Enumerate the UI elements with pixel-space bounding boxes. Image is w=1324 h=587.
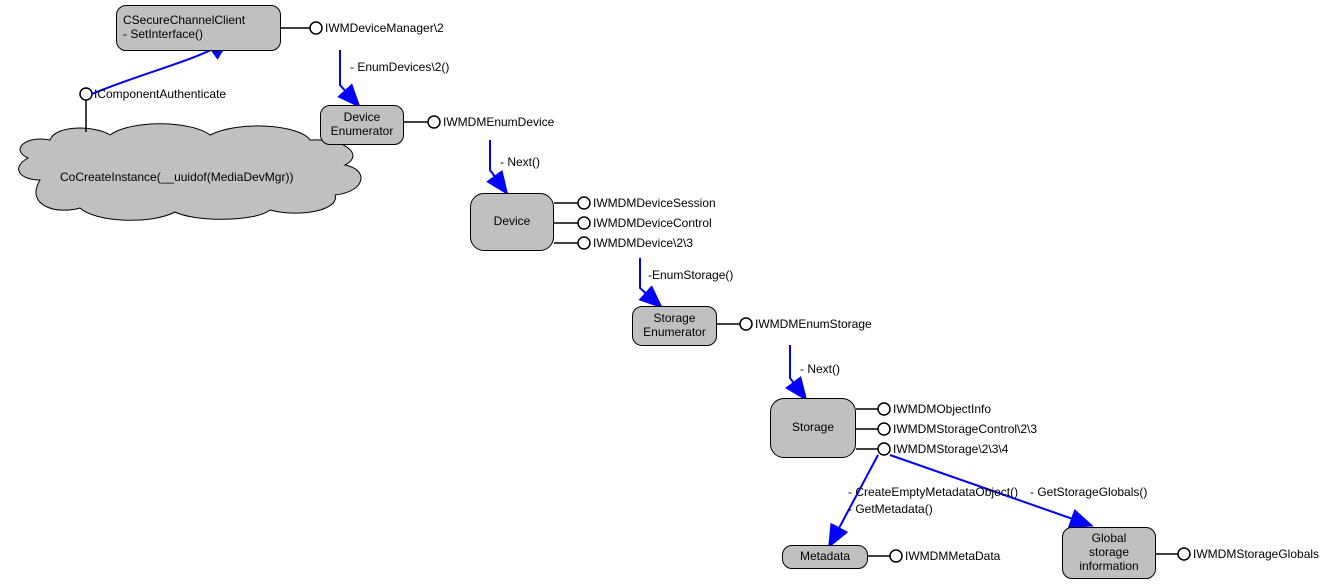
arrow-enumstorage <box>640 258 660 306</box>
edge-label-getmetadata: - GetMetadata() <box>848 502 933 516</box>
node-label: Storage <box>653 312 695 326</box>
iface-label-iwmdevicemanager: IWMDeviceManager\2 <box>325 21 444 35</box>
lollipop-iwmdmenumstorage <box>717 318 752 330</box>
iface-label-iwmdmdevicecontrol: IWMDMDeviceControl <box>593 216 712 230</box>
iface-label-iwmdmdevice: IWMDMDevice\2\3 <box>593 236 693 250</box>
lollipop-iwmdmstorageglobals <box>1156 548 1190 560</box>
iface-label-icomponentauthenticate: IComponentAuthenticate <box>94 87 226 101</box>
node-storage-enumerator: Storage Enumerator <box>632 306 717 346</box>
lollipop-iwmdevicemanager <box>281 22 322 34</box>
cloud-label: CoCreateInstance(__uuidof(MediaDevMgr)) <box>60 170 293 184</box>
iface-label-iwmdmobjectinfo: IWMDMObjectInfo <box>893 402 991 416</box>
lollipop-iwmdmdevicesession <box>554 197 590 209</box>
lollipop-iwmdmdevice <box>554 237 590 249</box>
iface-label-iwmdmstorage: IWMDMStorage\2\3\4 <box>893 442 1008 456</box>
node-label: Storage <box>792 421 834 435</box>
lollipop-iwmdmdevicecontrol <box>554 217 590 229</box>
edge-label-enumdevices: - EnumDevices\2() <box>350 60 449 74</box>
lollipop-iwmdmstoragecontrol <box>856 423 890 435</box>
node-label: Device <box>344 111 381 125</box>
node-label: Metadata <box>800 550 850 564</box>
lollipop-iwmdmmetadata <box>868 550 902 562</box>
iface-label-iwmdmstoragecontrol: IWMDMStorageControl\2\3 <box>893 422 1037 436</box>
iface-label-iwmdmdevicesession: IWMDMDeviceSession <box>593 196 716 210</box>
iface-label-iwmdmmetadata: IWMDMMetaData <box>905 549 1000 563</box>
node-device-enumerator: Device Enumerator <box>320 105 404 145</box>
node-label: CSecureChannelClient <box>123 14 245 28</box>
node-label: Enumerator <box>331 125 394 139</box>
arrow-to-metadata <box>830 455 878 545</box>
lollipop-icomponent-authenticate <box>80 88 92 132</box>
edge-label-next1: - Next() <box>500 155 540 169</box>
node-label: Global <box>1092 532 1127 546</box>
edge-label-next2: - Next() <box>800 362 840 376</box>
edge-label-getstorageglobals: - GetStorageGlobals() <box>1030 485 1147 499</box>
edge-label-createemptymeta: - CreateEmptyMetadataObject() <box>848 485 1018 499</box>
iface-label-iwmdmstorageglobals: IWMDMStorageGlobals <box>1193 547 1319 561</box>
iface-label-iwmdmenumdevice: IWMDMEnumDevice <box>443 115 554 129</box>
node-secure-channel-client: CSecureChannelClient - SetInterface() <box>116 5 281 51</box>
node-device: Device <box>470 193 554 251</box>
iface-label-iwmdmenumstorage: IWMDMEnumStorage <box>755 317 872 331</box>
edge-label-enumstorage: -EnumStorage() <box>648 268 733 282</box>
node-label: storage <box>1089 546 1129 560</box>
node-metadata: Metadata <box>782 545 868 569</box>
lollipop-iwmdmstorage <box>856 443 890 455</box>
arrow-enumdevices <box>340 50 358 105</box>
lollipop-iwmdmobjectinfo <box>856 403 890 415</box>
node-global-storage-info: Global storage information <box>1062 527 1156 579</box>
node-label: Device <box>494 215 531 229</box>
node-label: - SetInterface() <box>123 28 203 42</box>
node-label: information <box>1079 560 1138 574</box>
node-storage: Storage <box>770 398 856 458</box>
lollipop-iwmdmenumdevice <box>404 116 440 128</box>
node-label: Enumerator <box>643 326 706 340</box>
